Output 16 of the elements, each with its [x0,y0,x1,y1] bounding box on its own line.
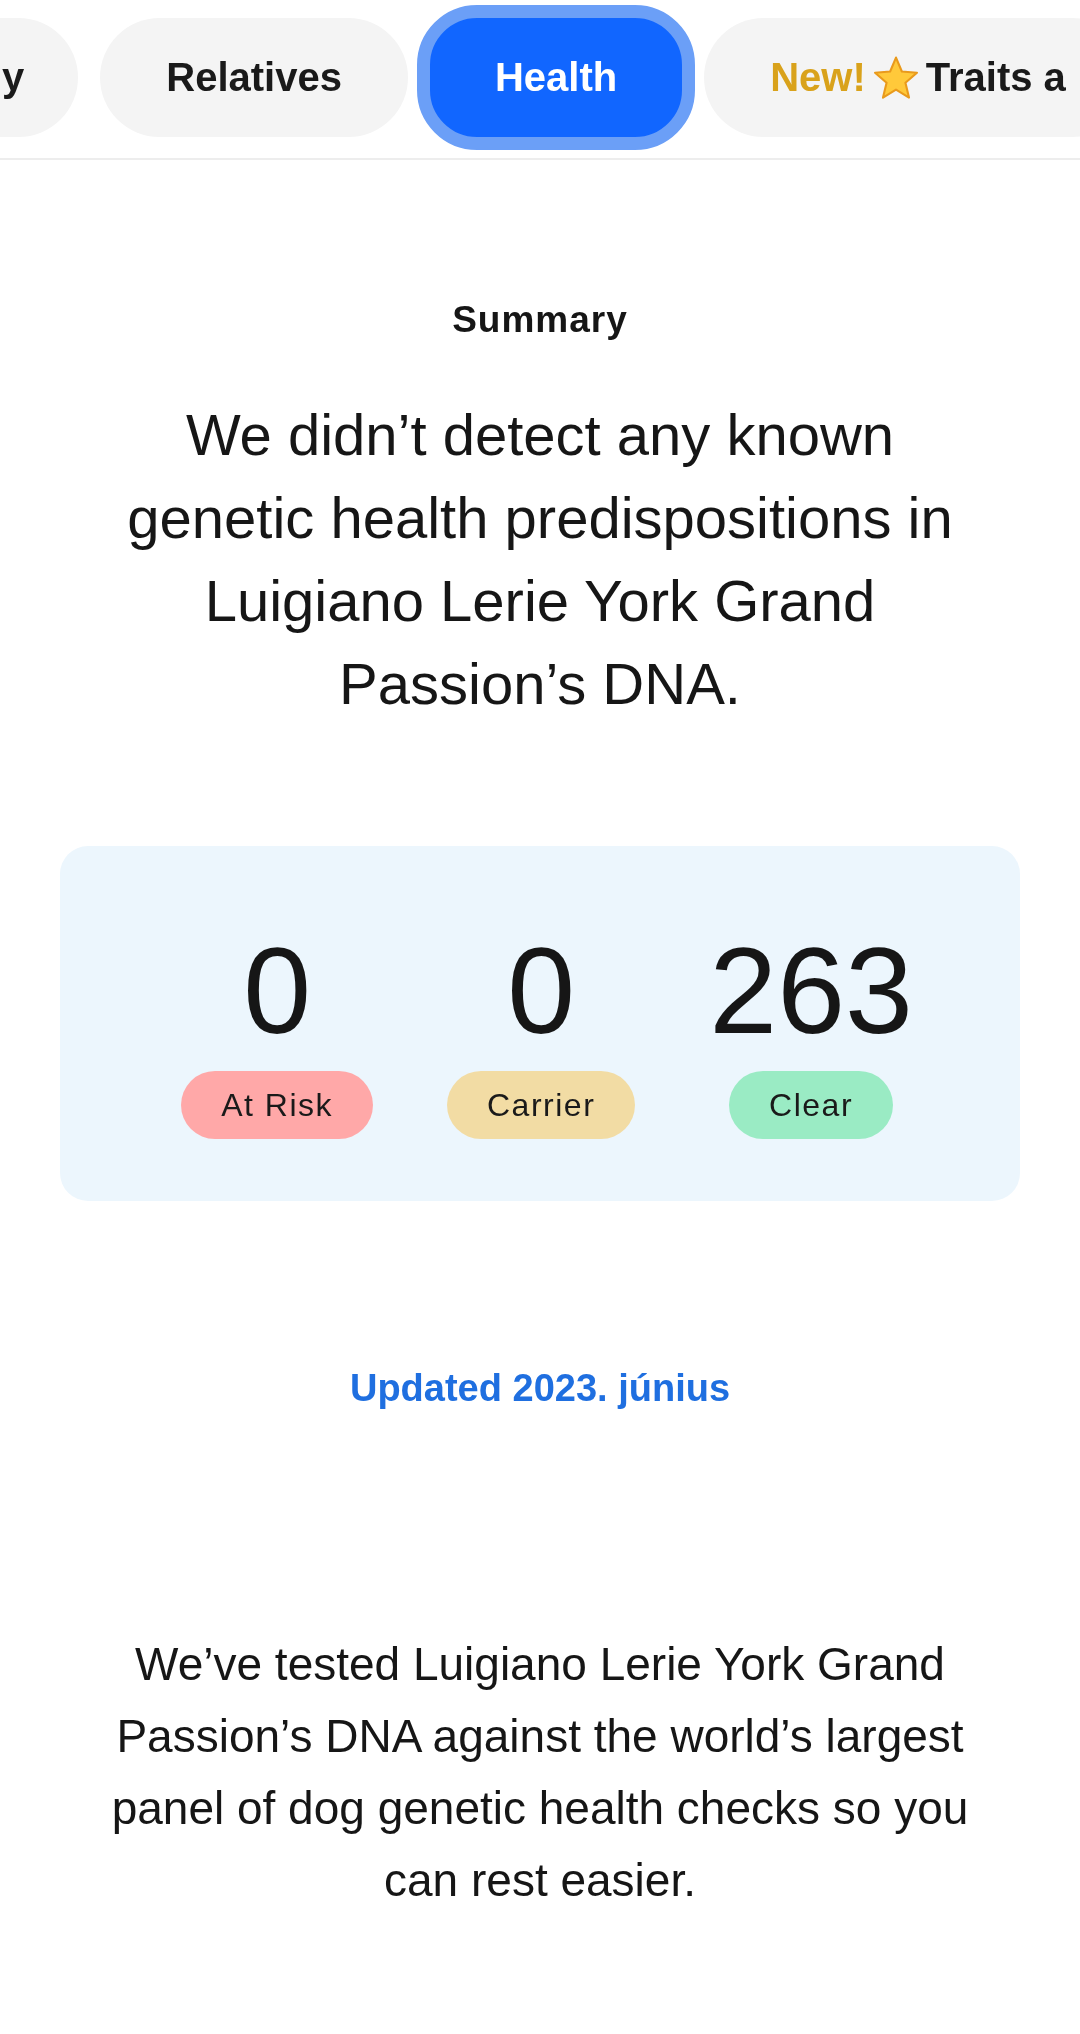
tab[interactable]: Health [416,5,696,150]
tab[interactable]: New! Traits a [704,18,1080,137]
updated-link[interactable]: Updated 2023. június [349,1365,731,1411]
stat-count: 263 [709,931,913,1051]
stat-count: 0 [243,931,311,1051]
new-label: New! [770,55,866,100]
summary-title: Summary [452,298,628,342]
tab[interactable]: y [0,18,79,137]
stat-count: 0 [507,931,576,1051]
star-icon [873,55,918,100]
summary-headline: We didn’t detect any known genetic health predispositions in Luigiano Lerie York Grand Passion’s DNA. [126,401,954,718]
tab[interactable]: Relatives [100,18,408,137]
status-tag: Clear [729,1071,894,1139]
description-text: We’ve tested Luigiano Lerie York Grand Passion’s DNA against the world’s largest panel of dog genetic health checks so you can rest easier. [110,1637,970,1908]
status-tag: At Risk [181,1071,373,1139]
status-tag: Carrier [447,1071,636,1139]
